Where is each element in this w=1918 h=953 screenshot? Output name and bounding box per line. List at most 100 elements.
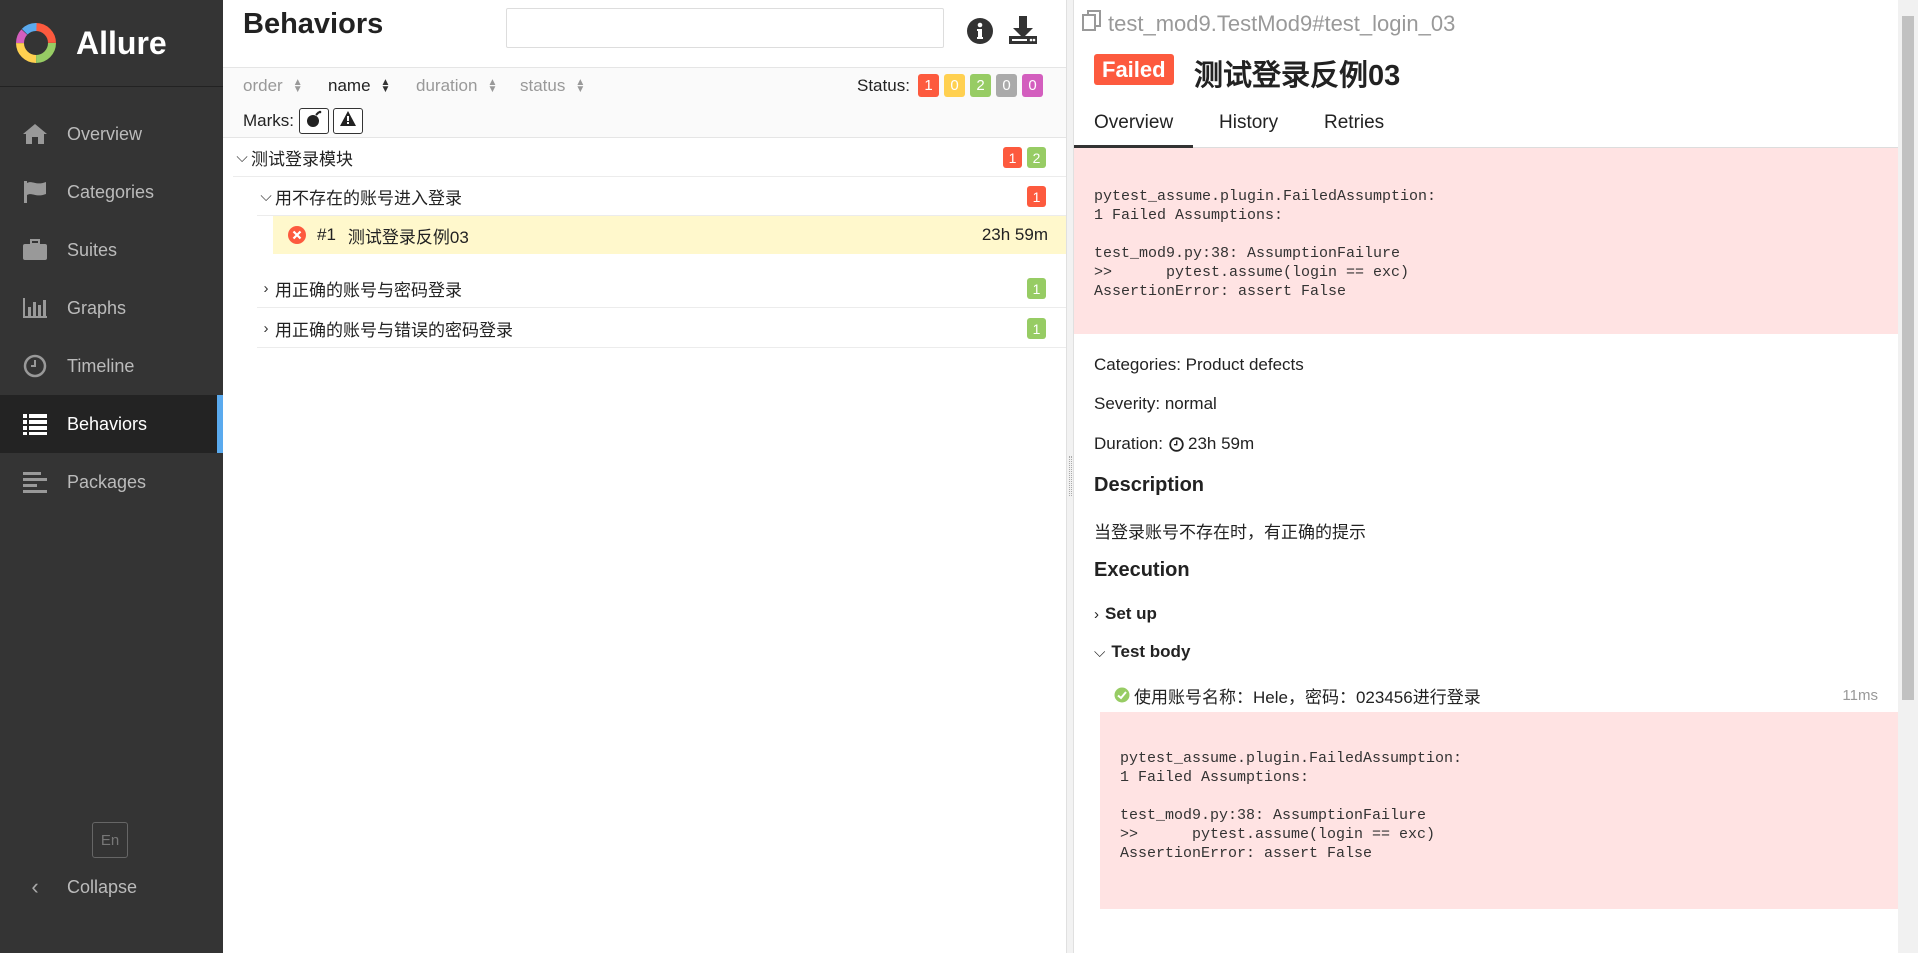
chevron-down-icon: ⌵ (260, 188, 272, 205)
sort-label: name (328, 76, 371, 95)
flaky-mark-button[interactable] (299, 108, 329, 134)
list-icon (20, 412, 50, 436)
status-filter-unknown[interactable]: 0 (1022, 74, 1043, 97)
behaviors-pane: Behaviors order ▲ ▼ name ▲ ▼ duration ▲ ▼ s… (223, 0, 1066, 953)
sort-order[interactable]: order ▲ ▼ (243, 76, 303, 96)
step-row[interactable]: 使用账号名称：Hele，密码：023456进行登录 11ms (1114, 680, 1898, 710)
duration-value: 23h 59m (1187, 434, 1255, 453)
chevron-right-icon: › (263, 280, 269, 297)
description-heading: Description (1094, 474, 1205, 496)
marks-label: Marks: (243, 111, 294, 130)
language-button[interactable]: En (92, 822, 128, 858)
tree-group-label: 用正确的账号与密码登录 (275, 281, 462, 300)
collapse-label: Collapse (67, 876, 138, 897)
clock-icon (20, 354, 50, 378)
tree-group-label: 用不存在的账号进入登录 (275, 189, 462, 208)
passed-count-badge: 2 (1027, 147, 1046, 168)
copy-icon[interactable] (1082, 10, 1108, 38)
sort-label: order (243, 76, 283, 95)
sidebar-item-label: Suites (67, 239, 118, 260)
description-text: 当登录账号不存在时，有正确的提示 (1094, 523, 1366, 542)
sort-status[interactable]: status ▲ ▼ (520, 76, 585, 96)
status-filter-broken[interactable]: 0 (944, 74, 965, 97)
pane-splitter[interactable] (1066, 0, 1074, 953)
sort-name[interactable]: name ▲ ▼ (328, 76, 390, 96)
failed-count-badge: 1 (1003, 147, 1022, 168)
categories-text: Categories: Product defects (1094, 355, 1304, 374)
status-badge: Failed (1094, 54, 1174, 85)
chevron-down-icon: ⌵ (236, 149, 248, 166)
chevron-left-icon: ‹ (31, 874, 39, 899)
passed-count-badge: 1 (1027, 318, 1046, 339)
tab-retries[interactable]: Retries (1324, 112, 1384, 134)
app-name: Allure (76, 24, 167, 61)
sidebar-item-overview[interactable]: Overview (0, 105, 223, 163)
status-filter-label: Status: (857, 76, 910, 95)
sidebar-item-packages[interactable]: Packages (0, 453, 223, 511)
sidebar-nav: Overview Categories Suites Graphs Timeli… (0, 105, 223, 511)
sidebar: Allure Overview Categories Suites Graphs… (0, 0, 223, 953)
setup-label: Set up (1105, 604, 1157, 623)
sort-duration[interactable]: duration ▲ ▼ (416, 76, 497, 96)
clock-icon (1169, 436, 1184, 452)
tree-group-feature[interactable]: ⌵ 用不存在的账号进入登录 1 (257, 178, 1066, 216)
sidebar-item-timeline[interactable]: Timeline (0, 337, 223, 395)
scrollbar[interactable] (1898, 0, 1918, 953)
tree-toolbar: order ▲ ▼ name ▲ ▼ duration ▲ ▼ status ▲ ▼ S… (223, 68, 1066, 138)
sidebar-item-label: Categories (67, 181, 155, 202)
home-icon (20, 122, 50, 146)
drag-handle-icon (1069, 456, 1072, 496)
test-body-label: Test body (1111, 642, 1191, 661)
sidebar-item-behaviors[interactable]: Behaviors (0, 395, 223, 453)
flag-icon (20, 180, 50, 204)
sort-label: duration (416, 76, 478, 95)
sidebar-item-label: Overview (67, 123, 143, 144)
status-filter-failed[interactable]: 1 (918, 74, 939, 97)
test-detail-pane: test_mod9.TestMod9#test_login_03 Failed … (1074, 0, 1898, 953)
tab-history[interactable]: History (1219, 112, 1278, 134)
bomb-icon (305, 110, 323, 133)
step-error-trace: pytest_assume.plugin.FailedAssumption: 1… (1100, 712, 1898, 909)
search-input[interactable] (506, 8, 944, 48)
step-name: 使用账号名称：Hele，密码：023456进行登录 (1134, 687, 1481, 707)
scrollbar-thumb[interactable] (1902, 16, 1914, 700)
check-circle-icon (1114, 687, 1130, 703)
failed-status-icon (287, 225, 307, 245)
sidebar-item-label: Packages (67, 471, 147, 492)
test-case-row[interactable]: #1 测试登录反例03 23h 59m (273, 216, 1066, 254)
info-icon[interactable] (965, 16, 995, 46)
test-title: 测试登录反例03 (1194, 60, 1401, 92)
bar-chart-icon (20, 296, 50, 320)
tab-overview[interactable]: Overview (1074, 112, 1194, 148)
setup-step[interactable]: › Set up (1094, 604, 1157, 624)
sidebar-item-graphs[interactable]: Graphs (0, 279, 223, 337)
new-failed-mark-button[interactable] (333, 108, 363, 134)
collapse-button[interactable]: ‹ Collapse (20, 872, 137, 902)
tree-group-label: 用正确的账号与错误的密码登录 (275, 321, 513, 340)
tree-group-feature[interactable]: › 用正确的账号与错误的密码登录 1 (257, 310, 1066, 348)
test-full-path[interactable]: test_mod9.TestMod9#test_login_03 (1082, 10, 1455, 38)
sort-arrows-icon: ▲ ▼ (292, 77, 303, 95)
status-filter-passed[interactable]: 2 (970, 74, 991, 97)
test-number: #1 (317, 225, 336, 244)
tree-group-feature[interactable]: › 用正确的账号与密码登录 1 (257, 270, 1066, 308)
sidebar-item-suites[interactable]: Suites (0, 221, 223, 279)
briefcase-icon (20, 238, 50, 262)
test-body-step[interactable]: ⌵ Test body (1094, 642, 1190, 662)
status-filter-skipped[interactable]: 0 (996, 74, 1017, 97)
failed-count-badge: 1 (1027, 186, 1046, 207)
sidebar-item-categories[interactable]: Categories (0, 163, 223, 221)
sort-arrows-icon: ▲ ▼ (380, 77, 391, 95)
brand[interactable]: Allure (0, 0, 223, 87)
align-left-icon (20, 470, 50, 494)
tree-group-label: 测试登录模块 (251, 150, 353, 169)
download-icon[interactable] (1007, 14, 1039, 46)
pane-header: Behaviors (223, 0, 1066, 68)
tree-group-epic[interactable]: ⌵ 测试登录模块 1 2 (233, 139, 1066, 177)
sort-label: status (520, 76, 566, 95)
duration-row: Duration: 23h 59m (1094, 434, 1254, 454)
sidebar-item-label: Timeline (67, 355, 135, 376)
test-name: 测试登录反例03 (347, 227, 469, 247)
allure-logo-icon (14, 21, 58, 65)
chevron-right-icon: › (263, 320, 269, 337)
